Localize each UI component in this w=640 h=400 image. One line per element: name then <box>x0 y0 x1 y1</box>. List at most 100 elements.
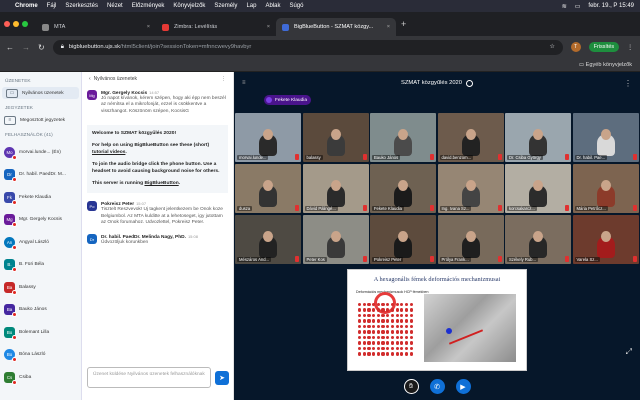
slide-dot <box>362 330 366 334</box>
chat-options-icon[interactable]: ⋮ <box>221 76 226 82</box>
other-bookmarks[interactable]: ▭ Egyéb könyvjelzők <box>579 62 632 68</box>
slide-dot <box>372 324 376 329</box>
menu-item-bookmarks[interactable]: Könyvjelzők <box>173 3 205 9</box>
video-tile[interactable]: Mária Petrőcz... <box>572 164 639 213</box>
chevron-left-icon[interactable]: ‹ <box>89 76 91 82</box>
video-tile[interactable]: david.benzom... <box>437 113 504 162</box>
new-tab-icon[interactable]: + <box>401 19 406 29</box>
tab-title: MTA <box>54 24 66 30</box>
reload-icon[interactable]: ↻ <box>38 43 45 52</box>
video-tile[interactable]: Peter Kos <box>302 215 369 264</box>
tutorial-link[interactable]: tutorial videos <box>92 150 125 155</box>
user-list-item[interactable]: Bo Bóna László <box>0 344 81 367</box>
chat-input[interactable]: Üzenet küldése Nyilvános üzenetek felhas… <box>87 367 211 388</box>
slide-dot <box>367 324 371 329</box>
video-tile[interactable]: Bauko János <box>370 113 436 162</box>
video-grid: morvai.lunde... balassy Bauko János david.b… <box>235 113 639 265</box>
video-tile[interactable]: morvai.lunde... <box>235 113 301 162</box>
menu-kebab-icon[interactable]: ⋮ <box>627 44 633 51</box>
video-tile[interactable]: Pokreisz Peter <box>370 215 436 264</box>
user-list-item[interactable]: Ba Bauko János <box>0 299 81 322</box>
close-tab-icon[interactable]: × <box>387 24 390 30</box>
message-time: 15:08 <box>187 234 198 240</box>
video-tile[interactable]: Ing. Ivana Sz... <box>437 164 504 213</box>
slide-dot <box>386 313 390 318</box>
user-list-item[interactable]: B. B. Füri Béla <box>0 254 81 277</box>
user-list-item[interactable]: Dr Dr. habil. PaedDr. M... <box>0 164 81 187</box>
user-list-item[interactable]: Cs Csiba <box>0 366 81 389</box>
mute-button[interactable]: ✋︎ <box>403 379 419 394</box>
video-tile[interactable]: dusza <box>235 164 301 213</box>
video-button[interactable]: ▶ <box>455 379 471 394</box>
video-tile[interactable]: Varela Sz... <box>572 215 639 264</box>
video-tile[interactable]: Prólya Frank... <box>437 215 504 264</box>
fullscreen-icon[interactable]: ⤢ <box>626 347 632 357</box>
menu-item-window[interactable]: Ablak <box>265 3 280 9</box>
shared-notes-item[interactable]: ≡ Megosztott jegyzetek <box>0 114 81 126</box>
menu-item-history[interactable]: Előzmények <box>132 3 165 9</box>
menu-item-edit[interactable]: Szerkesztés <box>65 3 98 9</box>
close-tab-icon[interactable]: × <box>267 24 270 30</box>
user-list-item[interactable]: Fk Fekete Klaudia <box>0 186 81 209</box>
presentation-slide[interactable]: A hexagonális fémek deformációs mechaniz… <box>347 269 527 371</box>
video-tile[interactable]: Dr. Csiba György <box>505 113 571 162</box>
slide-dot <box>395 324 399 329</box>
user-list-item[interactable]: An Angyal László <box>0 231 81 254</box>
minimize-window-button[interactable] <box>13 21 19 27</box>
participant-face <box>263 180 273 191</box>
close-window-button[interactable] <box>4 21 10 27</box>
user-list-item[interactable]: Ba Balassy <box>0 276 81 299</box>
bigbluebutton-link[interactable]: BigBlueButton <box>144 181 178 186</box>
menu-item-help[interactable]: Súgó <box>289 3 303 9</box>
close-tab-icon[interactable]: × <box>147 24 150 30</box>
user-list-item[interactable]: Mo morvai.lunde... (Én) <box>0 141 81 164</box>
hand-icon: ✋︎ <box>409 382 413 390</box>
video-tile[interactable]: korcsakarcz... <box>505 164 571 213</box>
avatar: Ba <box>4 281 17 295</box>
forward-icon[interactable]: → <box>22 43 30 52</box>
back-icon[interactable]: ← <box>6 43 14 52</box>
slide-dot <box>390 308 395 312</box>
zoom-window-button[interactable] <box>22 21 28 27</box>
video-tile[interactable]: Dávid Pálingé... <box>302 164 369 213</box>
public-chat-item[interactable]: ▭ Nyilvános üzenetek <box>2 87 79 99</box>
options-icon[interactable]: ⋮ <box>624 79 632 88</box>
send-button[interactable]: ➤ <box>215 371 229 385</box>
menu-app[interactable]: Chrome <box>15 3 38 9</box>
audio-button[interactable]: ✆ <box>429 379 445 394</box>
slide-dot <box>404 303 409 307</box>
slide-dot <box>381 352 385 356</box>
video-tile[interactable]: Fekete Klaudia <box>370 164 436 213</box>
tab-mta[interactable]: MTA × <box>36 18 156 36</box>
muted-icon <box>497 256 502 262</box>
menu-item-person[interactable]: Személy <box>214 3 237 9</box>
mac-menubar: Chrome Fájl Szerkesztés Nézet Előzmények… <box>0 0 640 12</box>
talking-indicator[interactable]: Fekete Klaudia <box>264 95 311 105</box>
participant-face <box>398 180 408 191</box>
user-list-item[interactable]: Bo Bolemant Lilla <box>0 321 81 344</box>
menubar-datetime[interactable]: febr. 19., P 15:49 <box>588 3 634 9</box>
video-tile[interactable]: Dr. habil. Pae... <box>572 113 639 162</box>
tab-bigbluebutton[interactable]: BigBlueButton - SZMAT közgy... × <box>276 18 396 36</box>
slide-dot <box>395 330 399 334</box>
menu-item-tab[interactable]: Lap <box>246 3 256 9</box>
user-name: Balassy <box>19 284 36 290</box>
slide-dot <box>358 341 362 345</box>
toggle-panel-icon[interactable]: ≡ <box>242 80 246 86</box>
video-tile[interactable]: Mészáros And... <box>235 215 301 264</box>
recording-icon[interactable] <box>466 79 473 87</box>
profile-avatar[interactable]: T <box>570 42 581 52</box>
menu-item-file[interactable]: Fájl <box>47 3 57 9</box>
star-icon[interactable]: ☆ <box>550 44 555 50</box>
wifi-icon[interactable]: ≋ <box>562 3 567 10</box>
menu-item-view[interactable]: Nézet <box>107 3 123 9</box>
battery-icon[interactable]: ▭ <box>575 3 581 10</box>
address-bar[interactable]: 🔒︎ bigbluebutton.ujs.sk/html5client/join… <box>52 39 563 55</box>
video-tile[interactable]: balassy <box>302 113 369 162</box>
chat-message: Po Pokreisz Peter 15:07 Tisztelt Reszvevo… <box>82 197 233 230</box>
slide-dot <box>409 308 413 312</box>
tab-zimbra[interactable]: Zimbra: Levélírás × <box>156 18 276 36</box>
update-button[interactable]: Frissítés <box>588 42 620 52</box>
user-list-item[interactable]: Mg Mgr. Gergely Kocsis <box>0 209 81 232</box>
video-tile[interactable]: Székely Rub... <box>505 215 571 264</box>
